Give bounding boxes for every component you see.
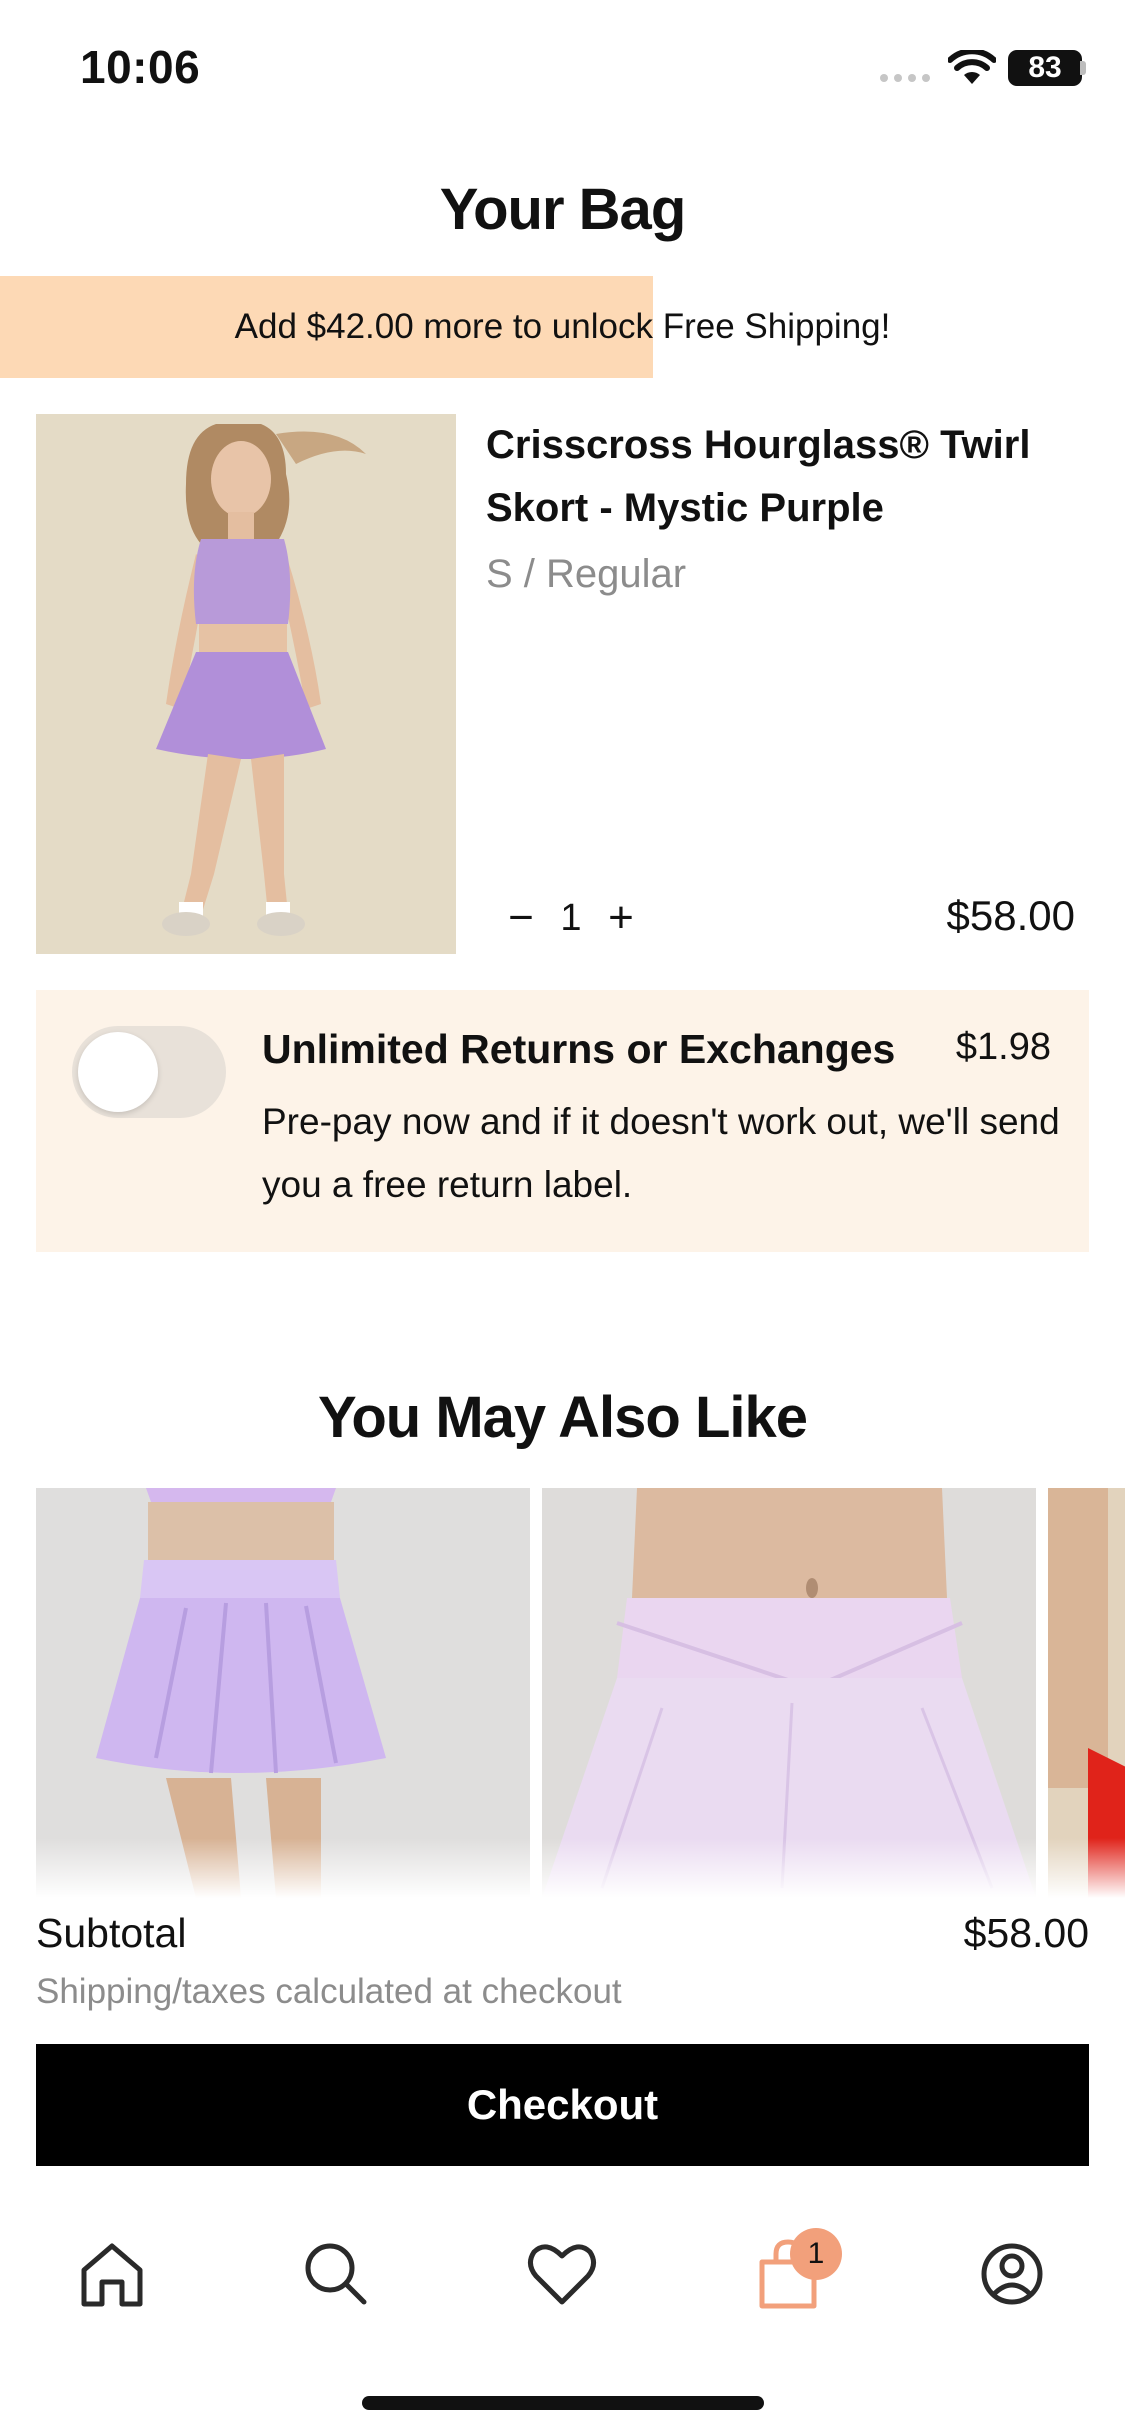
status-time: 10:06 bbox=[80, 41, 201, 93]
cart-item-variant: S / Regular bbox=[486, 552, 687, 596]
product-photo-lavender-skort bbox=[36, 1488, 530, 1898]
shipping-taxes-note: Shipping/taxes calculated at checkout bbox=[36, 1972, 622, 2011]
subtotal-value: $58.00 bbox=[963, 1910, 1089, 1956]
carousel-fade-overlay bbox=[0, 1838, 1125, 1898]
tab-bar bbox=[0, 2214, 1125, 2354]
heart-icon[interactable] bbox=[522, 2234, 602, 2314]
returns-price: $1.98 bbox=[955, 1026, 1051, 1068]
page-title: Your Bag bbox=[439, 177, 687, 242]
account-icon[interactable] bbox=[972, 2234, 1052, 2314]
returns-description: Pre-pay now and if it doesn't work out, … bbox=[262, 1101, 1060, 1205]
quantity-stepper: − 1 + bbox=[486, 890, 656, 946]
decrement-button[interactable]: − bbox=[486, 890, 556, 946]
free-shipping-banner: Add $42.00 more to unlock Free Shipping! bbox=[0, 276, 1125, 378]
home-icon[interactable] bbox=[72, 2234, 152, 2314]
wifi-icon bbox=[948, 50, 996, 84]
cart-item-image[interactable] bbox=[36, 414, 456, 954]
recommendations-title: You May Also Like bbox=[318, 1385, 808, 1450]
free-shipping-message: Add $42.00 more to unlock Free Shipping! bbox=[234, 307, 891, 346]
increment-button[interactable]: + bbox=[586, 890, 656, 946]
recommendations-carousel[interactable] bbox=[36, 1488, 1125, 1898]
search-icon[interactable] bbox=[296, 2234, 376, 2314]
returns-option-card: Unlimited Returns or Exchanges $1.98 Pre… bbox=[36, 990, 1089, 1252]
cart-count-badge: 1 bbox=[790, 2228, 842, 2280]
recommendation-card[interactable] bbox=[1048, 1488, 1125, 1898]
returns-title: Unlimited Returns or Exchanges bbox=[262, 1026, 896, 1072]
product-photo-red-skirt bbox=[1048, 1488, 1125, 1898]
cart-item-price: $58.00 bbox=[946, 892, 1075, 939]
recommendation-card[interactable] bbox=[36, 1488, 530, 1898]
returns-toggle[interactable] bbox=[72, 1026, 226, 1118]
status-bar: 10:06 83 bbox=[0, 0, 1125, 140]
subtotal-label: Subtotal bbox=[36, 1910, 187, 1956]
recommendation-card[interactable] bbox=[542, 1488, 1036, 1898]
quantity-value: 1 bbox=[560, 896, 582, 939]
product-photo-lilac-skort bbox=[542, 1488, 1036, 1898]
cart-item-name[interactable]: Crisscross Hourglass® Twirl Skort - Myst… bbox=[486, 414, 1086, 540]
battery-tip bbox=[1080, 61, 1086, 75]
checkout-button[interactable]: Checkout bbox=[36, 2044, 1089, 2166]
battery-indicator: 83 bbox=[1008, 50, 1082, 86]
product-photo-model bbox=[36, 414, 456, 954]
home-indicator bbox=[362, 2396, 764, 2410]
cellular-signal-icon bbox=[880, 74, 930, 82]
toggle-knob bbox=[78, 1032, 158, 1112]
